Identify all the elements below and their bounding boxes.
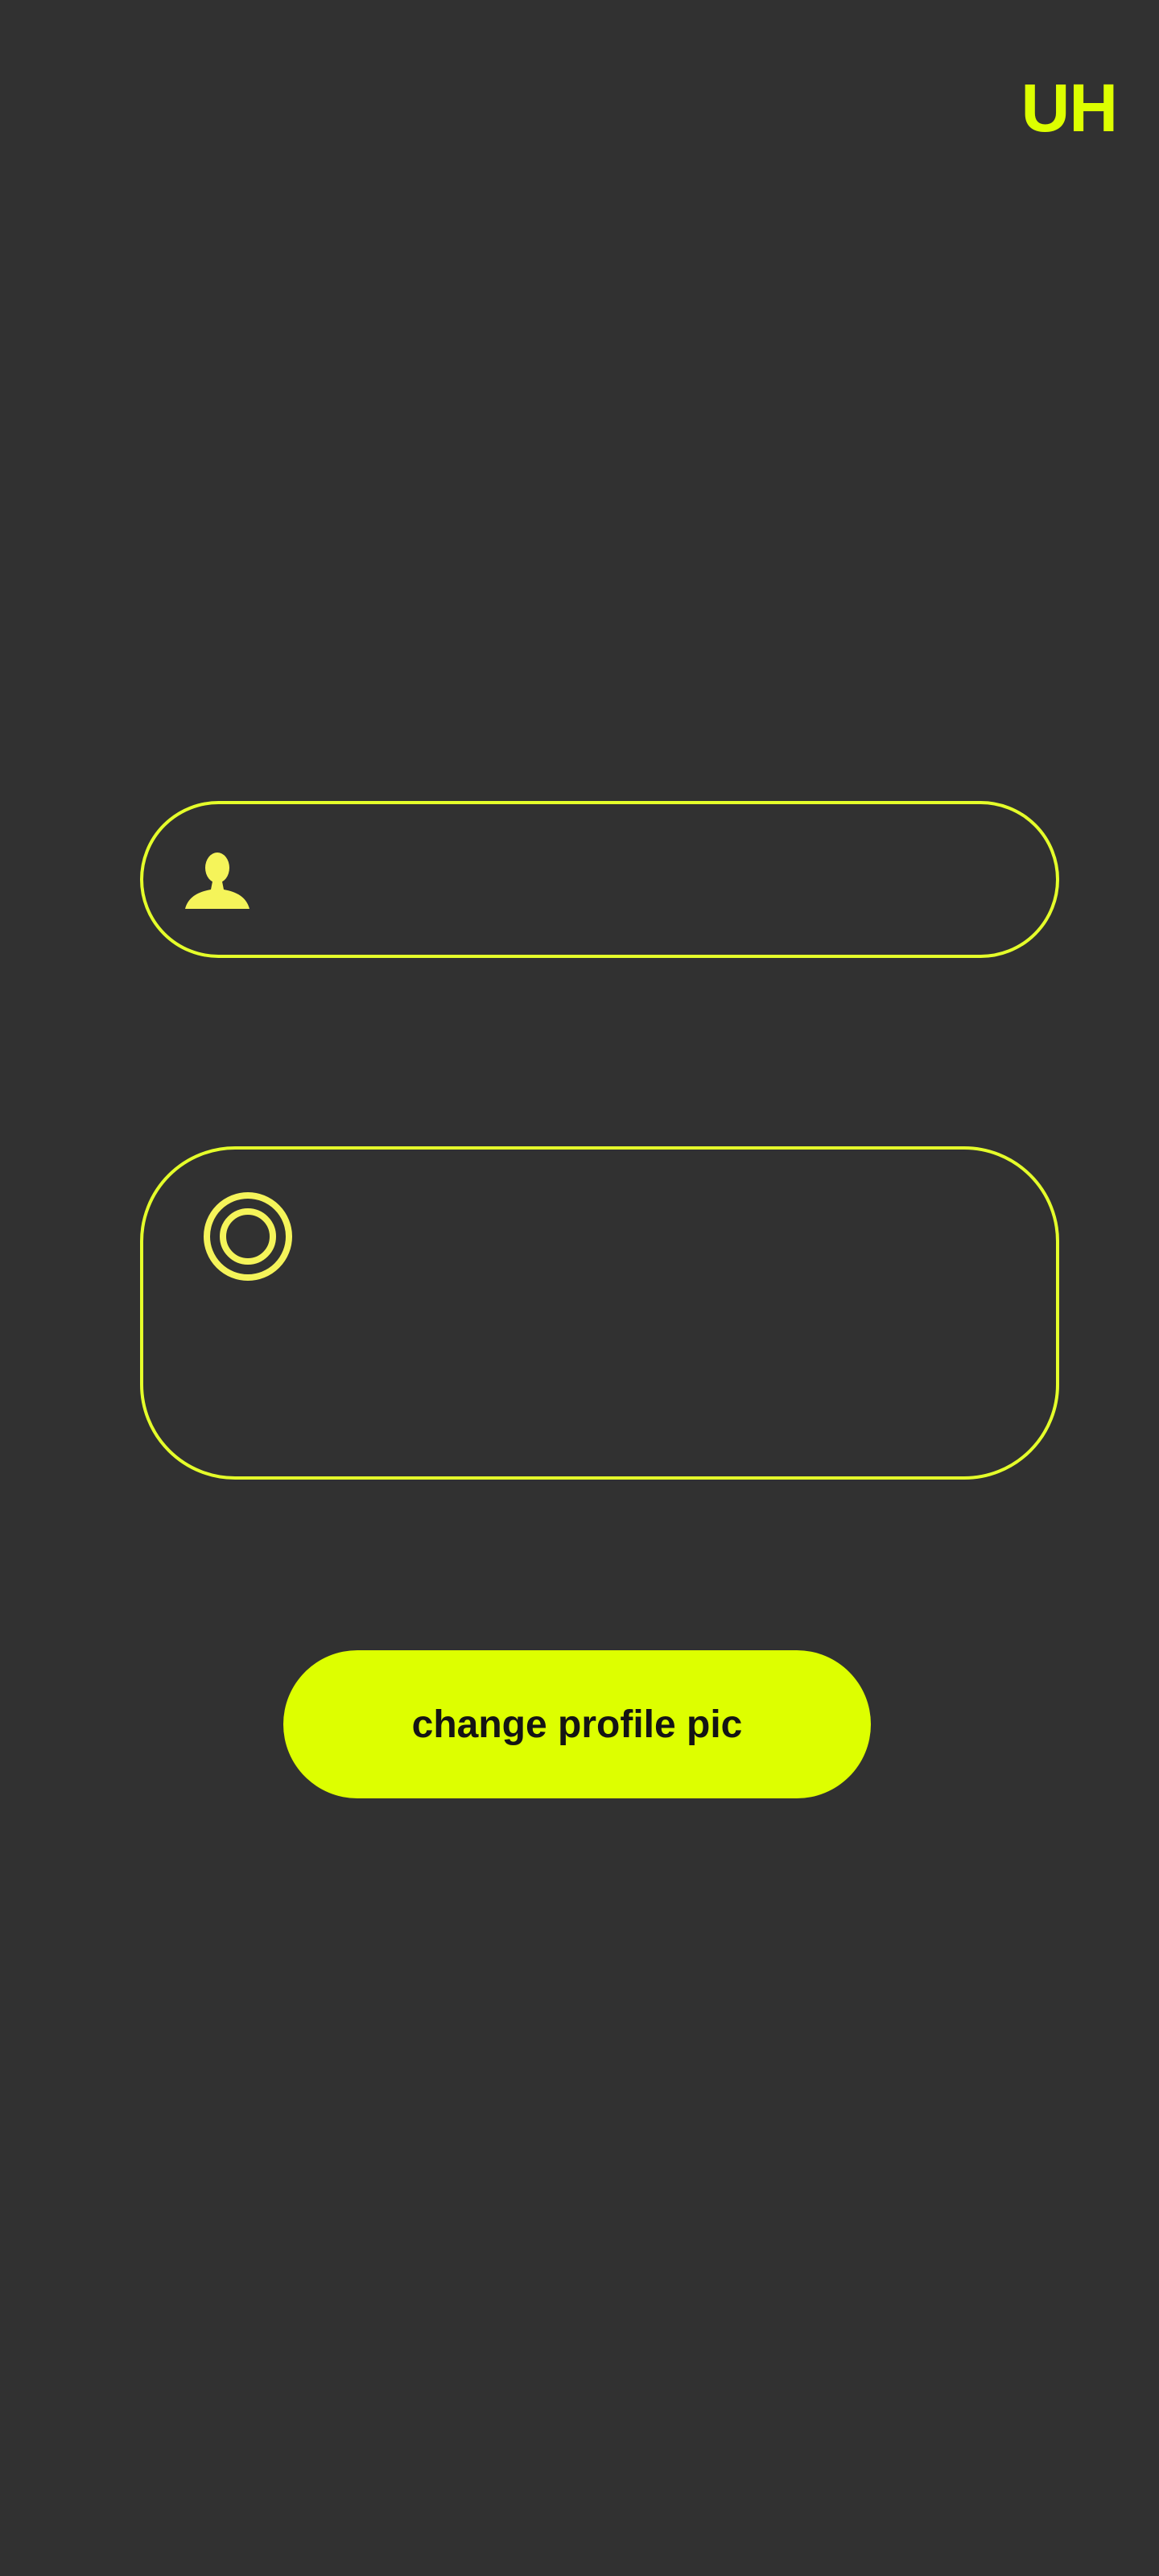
name-input[interactable] [264, 850, 1008, 909]
app-logo: UH [1021, 70, 1118, 146]
name-field[interactable] [140, 801, 1059, 958]
bio-input[interactable] [304, 1190, 992, 1436]
bio-field[interactable] [140, 1146, 1059, 1480]
user-icon [185, 852, 250, 909]
change-profile-pic-button[interactable]: change profile pic [283, 1650, 871, 1798]
record-icon [204, 1192, 292, 1281]
